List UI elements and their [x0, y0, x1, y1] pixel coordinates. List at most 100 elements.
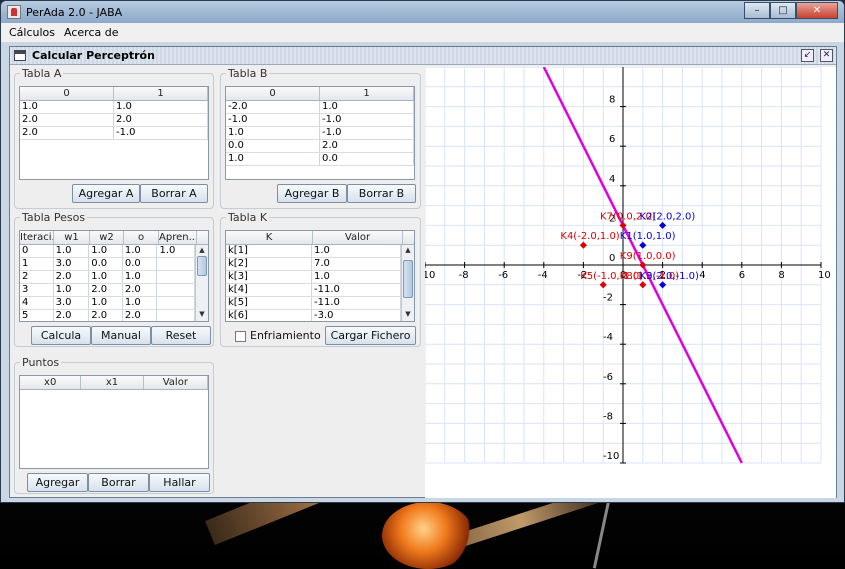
table-cell[interactable]: k[1]	[226, 245, 313, 257]
table-cell[interactable]: 1.0	[226, 153, 320, 165]
table-cell[interactable]: 1.0	[320, 101, 414, 113]
table-cell[interactable]: -1.0	[114, 127, 208, 139]
close-window-button[interactable]: ✕	[796, 2, 838, 19]
tabla-k-table[interactable]: K Valor k[1] 1.0 k[2] 7.0 k[3] 1.0 k[4] -11.0 k[…	[225, 230, 415, 322]
table-header[interactable]: w1	[54, 231, 90, 244]
table-cell[interactable]: 1.0	[312, 245, 401, 257]
table-cell[interactable]: 2.0	[123, 310, 158, 321]
scroll-thumb[interactable]	[403, 260, 413, 298]
table-cell[interactable]: 2.0	[89, 310, 123, 321]
table-cell[interactable]: 1.0	[123, 297, 158, 309]
table-cell[interactable]: k[4]	[226, 284, 313, 296]
table-row[interactable]: -1.0 -1.0	[226, 114, 414, 127]
table-cell[interactable]	[157, 284, 196, 296]
table-row[interactable]: k[4] -11.0	[226, 284, 401, 297]
table-header[interactable]: x1	[81, 376, 144, 389]
table-cell[interactable]: -1.0	[320, 114, 414, 126]
scroll-thumb[interactable]	[197, 256, 207, 276]
table-cell[interactable]: 2.0	[54, 310, 90, 321]
minimize-button[interactable]: –	[744, 2, 770, 19]
scroll-up-arrow-icon[interactable]: ▲	[196, 245, 208, 256]
table-cell[interactable]: k[5]	[226, 297, 313, 309]
table-row[interactable]: 0 1.0 1.0 1.0 1.0	[20, 245, 196, 258]
table-row[interactable]: 3 1.0 2.0 2.0	[20, 284, 196, 297]
table-cell[interactable]: 0.0	[320, 153, 414, 165]
table-row[interactable]: k[6] -3.0	[226, 310, 401, 321]
table-cell[interactable]: -3.0	[312, 310, 401, 321]
table-cell[interactable]	[157, 258, 196, 270]
table-cell[interactable]: 1.0	[114, 101, 208, 113]
table-header[interactable]: 0	[226, 87, 320, 100]
table-row[interactable]: k[1] 1.0	[226, 245, 401, 258]
borrar-b-button[interactable]: Borrar B	[347, 184, 416, 203]
table-cell[interactable]: 2.0	[20, 114, 114, 126]
table-row[interactable]: 2.0 2.0	[20, 114, 208, 127]
borrar-a-button[interactable]: Borrar A	[140, 184, 208, 203]
table-cell[interactable]: -1.0	[226, 114, 320, 126]
table-header[interactable]: Apren...	[159, 231, 197, 244]
table-row[interactable]: -2.0 1.0	[226, 101, 414, 114]
tabla-k-scrollbar[interactable]: ▲ ▼	[401, 245, 414, 321]
table-header[interactable]: Valor	[144, 376, 208, 389]
table-cell[interactable]: -11.0	[312, 284, 401, 296]
table-row[interactable]: 2.0 -1.0	[20, 127, 208, 140]
table-cell[interactable]: 1.0	[89, 297, 123, 309]
table-cell[interactable]: 1.0	[312, 271, 401, 283]
table-cell[interactable]: 3.0	[54, 258, 90, 270]
table-header[interactable]: Iteraci...	[20, 231, 54, 244]
table-cell[interactable]: 1.0	[89, 271, 123, 283]
table-cell[interactable]: 2.0	[320, 140, 414, 152]
table-header[interactable]: 1	[114, 87, 208, 100]
frame-close-button[interactable]: ✕	[820, 49, 833, 62]
scroll-down-arrow-icon[interactable]: ▼	[196, 309, 208, 320]
table-cell[interactable]: 1.0	[54, 284, 90, 296]
table-cell[interactable]	[157, 271, 196, 283]
table-cell[interactable]: 2	[20, 271, 54, 283]
table-cell[interactable]	[157, 297, 196, 309]
table-cell[interactable]: k[6]	[226, 310, 313, 321]
table-cell[interactable]	[157, 310, 196, 321]
menu-acerca-de[interactable]: Acerca de	[64, 26, 118, 39]
table-cell[interactable]: 1.0	[157, 245, 196, 257]
menu-calculos[interactable]: Cálculos	[9, 26, 55, 39]
table-row[interactable]: 4 3.0 1.0 1.0	[20, 297, 196, 310]
agregar-a-button[interactable]: Agregar A	[72, 184, 140, 203]
table-cell[interactable]: 1.0	[89, 245, 123, 257]
cargar-fichero-button[interactable]: Cargar Fichero	[325, 326, 416, 345]
table-header[interactable]: 0	[20, 87, 114, 100]
table-cell[interactable]: 4	[20, 297, 54, 309]
table-cell[interactable]: 1.0	[54, 245, 90, 257]
table-cell[interactable]: k[2]	[226, 258, 313, 270]
borrar-punto-button[interactable]: Borrar	[88, 473, 149, 492]
table-row[interactable]: 1 3.0 0.0 0.0	[20, 258, 196, 271]
tabla-pesos-scrollbar[interactable]: ▲ ▼	[195, 245, 208, 321]
agregar-punto-button[interactable]: Agregar	[27, 473, 88, 492]
table-cell[interactable]: -2.0	[226, 101, 320, 113]
tabla-b-table[interactable]: 0 1 -2.0 1.0 -1.0 -1.0 1.0 -1.0 0.0 2.0 1.0 0.0	[225, 86, 415, 180]
table-row[interactable]: k[2] 7.0	[226, 258, 401, 271]
table-cell[interactable]: 0	[20, 245, 54, 257]
table-cell[interactable]: 1.0	[123, 271, 158, 283]
window-titlebar[interactable]: PerAda 2.0 - JABA – □ ✕	[1, 1, 844, 23]
perceptron-plot[interactable]: -10-8-6-4-2024681086420-2-4-6-8-10K4(-2.…	[425, 67, 836, 498]
table-cell[interactable]: 1.0	[123, 245, 158, 257]
table-header[interactable]: 1	[320, 87, 414, 100]
table-cell[interactable]: -11.0	[312, 297, 401, 309]
table-cell[interactable]: 0.0	[123, 258, 158, 270]
table-header[interactable]: x0	[20, 376, 82, 389]
table-row[interactable]: 1.0 0.0	[226, 153, 414, 166]
table-cell[interactable]: 3	[20, 284, 54, 296]
table-cell[interactable]: 5	[20, 310, 54, 321]
table-row[interactable]: 1.0 1.0	[20, 101, 208, 114]
table-row[interactable]: 1.0 -1.0	[226, 127, 414, 140]
agregar-b-button[interactable]: Agregar B	[277, 184, 347, 203]
table-cell[interactable]: 1.0	[226, 127, 320, 139]
table-cell[interactable]: 0.0	[226, 140, 320, 152]
table-cell[interactable]: 3.0	[54, 297, 90, 309]
table-row[interactable]: 0.0 2.0	[226, 140, 414, 153]
table-header[interactable]: o	[124, 231, 159, 244]
table-cell[interactable]: 1	[20, 258, 54, 270]
table-cell[interactable]: 2.0	[123, 284, 158, 296]
table-row[interactable]: 5 2.0 2.0 2.0	[20, 310, 196, 321]
reset-button[interactable]: Reset	[151, 326, 211, 345]
